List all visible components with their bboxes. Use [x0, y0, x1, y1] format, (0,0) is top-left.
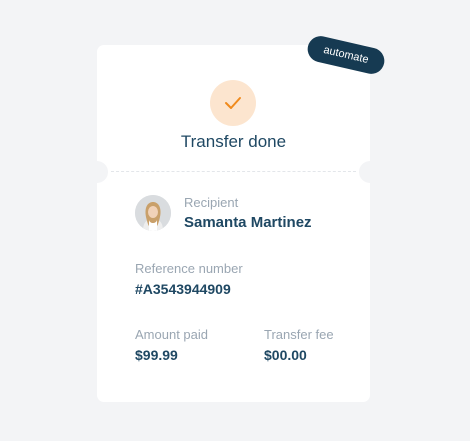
success-indicator — [210, 80, 256, 126]
transfer-fee-label: Transfer fee — [264, 327, 334, 342]
recipient-label: Recipient — [184, 195, 239, 210]
avatar-photo-icon — [135, 195, 171, 231]
amount-paid-label: Amount paid — [135, 327, 208, 342]
automate-badge-label: automate — [322, 43, 370, 67]
transfer-receipt-card: automate Transfer done Recipient Samanta… — [86, 33, 387, 402]
recipient-avatar — [135, 195, 171, 231]
reference-number-label: Reference number — [135, 261, 243, 276]
transfer-status-title: Transfer done — [180, 132, 287, 151]
ticket-notch-right — [359, 161, 381, 183]
ticket-notch-left — [86, 161, 108, 183]
dashed-divider — [111, 171, 356, 172]
recipient-name: Samanta Martinez — [184, 214, 312, 231]
automate-badge: automate — [305, 33, 387, 77]
amount-paid-value: $99.99 — [135, 347, 178, 363]
transfer-fee-value: $00.00 — [264, 347, 307, 363]
reference-number-value: #A3543944909 — [135, 281, 231, 297]
checkmark-icon — [225, 97, 241, 109]
